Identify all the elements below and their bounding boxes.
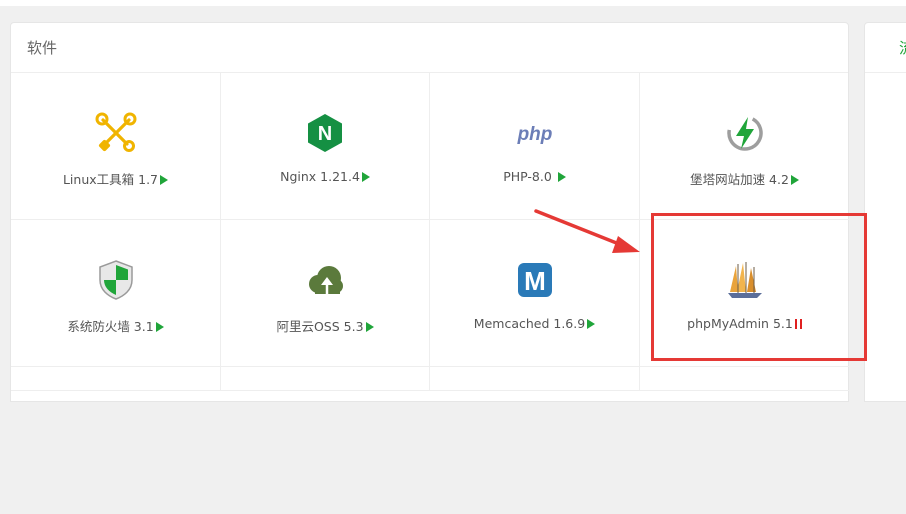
app-label: 阿里云OSS 5.3 — [221, 316, 429, 335]
software-panel: 软件 Linux工具箱 1.7 N Nginx 1.21.4 php PHP-8… — [10, 22, 849, 402]
svg-text:N: N — [318, 123, 332, 145]
nginx-icon: N — [303, 111, 347, 155]
svg-text:M: M — [524, 266, 546, 296]
app-label: 系统防火墙 3.1 — [11, 316, 220, 335]
lightning-icon — [723, 111, 767, 155]
app-tile-empty — [430, 367, 640, 391]
tools-icon — [94, 111, 138, 155]
running-status-icon — [155, 322, 164, 332]
top-bar — [0, 0, 906, 6]
stopped-status-icon — [794, 319, 802, 329]
memcached-icon: M — [513, 258, 557, 302]
running-status-icon — [361, 172, 370, 182]
app-tile-php[interactable]: php PHP-8.0 — [430, 73, 640, 220]
app-tile-linux-toolbox[interactable]: Linux工具箱 1.7 — [11, 73, 221, 220]
shield-icon — [94, 258, 138, 302]
side-panel-tab[interactable]: 流 — [865, 23, 906, 73]
app-label: 堡塔网站加速 4.2 — [640, 169, 849, 188]
app-tile-phpmyadmin[interactable]: phpMyAdmin 5.1 — [640, 220, 849, 367]
app-label: Nginx 1.21.4 — [221, 169, 429, 184]
svg-text:php: php — [516, 124, 552, 145]
running-status-icon — [790, 175, 799, 185]
app-tile-firewall[interactable]: 系统防火墙 3.1 — [11, 220, 221, 367]
running-status-icon — [365, 322, 374, 332]
app-label: PHP-8.0 — [430, 169, 639, 184]
running-status-icon — [160, 175, 169, 185]
app-tile-aliyun-oss[interactable]: 阿里云OSS 5.3 — [221, 220, 430, 367]
panel-title: 软件 — [11, 23, 848, 73]
app-label: Linux工具箱 1.7 — [11, 169, 220, 188]
side-panel: 流 — [864, 22, 906, 402]
app-label: Memcached 1.6.9 — [430, 316, 639, 331]
php-icon: php — [513, 111, 557, 155]
app-tile-nginx[interactable]: N Nginx 1.21.4 — [221, 73, 430, 220]
app-tile-empty — [221, 367, 430, 391]
running-status-icon — [587, 319, 596, 329]
sailboat-icon — [723, 258, 767, 302]
app-tile-empty — [11, 367, 221, 391]
running-status-icon — [557, 172, 566, 182]
app-tile-site-acceleration[interactable]: 堡塔网站加速 4.2 — [640, 73, 849, 220]
app-tile-empty — [640, 367, 849, 391]
cloud-upload-icon — [303, 258, 347, 302]
app-tile-memcached[interactable]: M Memcached 1.6.9 — [430, 220, 640, 367]
app-grid: Linux工具箱 1.7 N Nginx 1.21.4 php PHP-8.0 — [11, 73, 849, 514]
app-label: phpMyAdmin 5.1 — [640, 316, 849, 331]
